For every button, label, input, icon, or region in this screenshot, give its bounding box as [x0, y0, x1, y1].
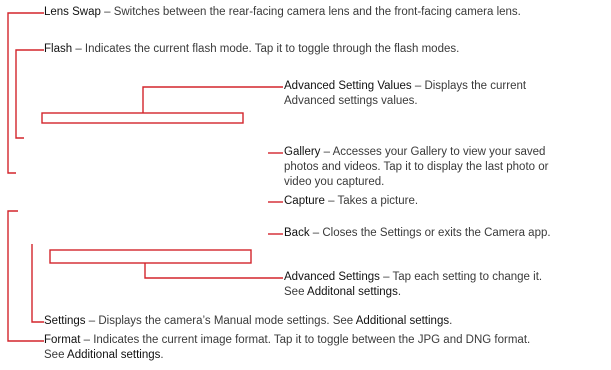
- back-term: Back: [284, 227, 310, 239]
- advanced-settings-line1: Advanced Settings – Tap each setting to …: [284, 270, 542, 285]
- advanced-values-desc: – Displays the current: [411, 80, 527, 92]
- advanced-settings-desc: – Tap each setting to change it.: [379, 271, 543, 283]
- gallery-desc: – Accesses your Gallery to view your sav…: [320, 146, 546, 158]
- flash-annotation: Flash – Indicates the current flash mode…: [44, 42, 459, 57]
- gallery-line2: photos and videos. Tap it to display the…: [284, 161, 549, 173]
- format-line2: See Additional settings.: [44, 348, 530, 363]
- lens-swap-term: Lens Swap: [44, 6, 101, 18]
- advanced-settings-bar: [49, 249, 252, 264]
- gallery-term: Gallery: [284, 146, 321, 158]
- flash-desc: – Indicates the current flash mode. Tap …: [72, 43, 460, 55]
- settings-annotation: Settings – Displays the camera’s Manual …: [44, 314, 452, 329]
- advanced-values-line1: Advanced Setting Values – Displays the c…: [284, 79, 526, 94]
- back-annotation: Back – Closes the Settings or exits the …: [284, 226, 551, 241]
- capture-annotation: Capture – Takes a picture.: [284, 194, 418, 209]
- advanced-settings-leader: [144, 263, 283, 279]
- capture-desc: – Takes a picture.: [324, 195, 419, 207]
- gallery-line3: video you captured.: [284, 176, 385, 188]
- format-ref-link[interactable]: Additional settings: [67, 349, 160, 361]
- advanced-values-bar: [41, 112, 244, 124]
- advanced-values-leader: [142, 86, 283, 113]
- settings-desc: – Displays the camera’s Manual mode sett…: [85, 315, 356, 327]
- advanced-settings-ref-link[interactable]: Additonal settings: [307, 286, 398, 298]
- capture-term: Capture: [284, 195, 325, 207]
- gallery-annotation: Gallery – Accesses your Gallery to view …: [284, 145, 548, 190]
- lens-swap-leader: [7, 12, 44, 174]
- lens-swap-annotation: Lens Swap – Switches between the rear-fa…: [44, 5, 521, 20]
- gallery-line1: Gallery – Accesses your Gallery to view …: [284, 145, 548, 160]
- back-desc: – Closes the Settings or exits the Camer…: [309, 227, 551, 239]
- settings-leader: [31, 244, 44, 323]
- format-see: See: [44, 349, 68, 361]
- advanced-settings-annotation: Advanced Settings – Tap each setting to …: [284, 270, 542, 300]
- settings-ref-link[interactable]: Additional settings: [356, 315, 449, 327]
- format-term: Format: [44, 334, 81, 346]
- advanced-settings-line2: See Additonal settings.: [284, 285, 542, 300]
- advanced-values-annotation: Advanced Setting Values – Displays the c…: [284, 79, 526, 109]
- lens-swap-desc: – Switches between the rear-facing camer…: [100, 6, 521, 18]
- format-desc: – Indicates the current image format. Ta…: [80, 334, 531, 346]
- format-period: .: [160, 349, 164, 361]
- advanced-values-term: Advanced Setting Values: [284, 80, 412, 92]
- advanced-settings-period: .: [397, 286, 402, 298]
- advanced-settings-see: See: [284, 286, 308, 298]
- format-line1: Format – Indicates the current image for…: [44, 333, 530, 348]
- flash-leader: [15, 49, 44, 139]
- settings-period: .: [449, 315, 453, 327]
- settings-term: Settings: [44, 315, 86, 327]
- format-annotation: Format – Indicates the current image for…: [44, 333, 530, 363]
- flash-term: Flash: [44, 43, 73, 55]
- advanced-values-line2: Advanced settings values.: [284, 95, 418, 107]
- advanced-settings-term: Advanced Settings: [284, 271, 380, 283]
